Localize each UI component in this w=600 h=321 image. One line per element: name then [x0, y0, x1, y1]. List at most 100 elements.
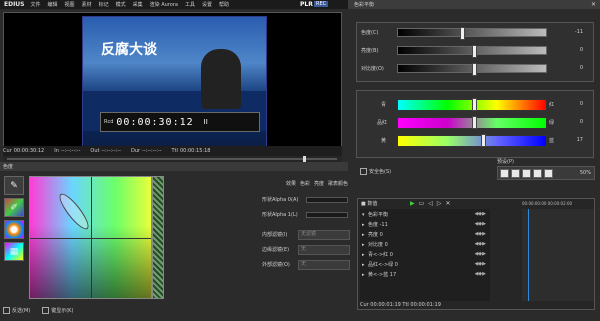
edge-filter-select[interactable]: 无	[298, 245, 350, 255]
yellow-blue-value: 17	[576, 137, 583, 143]
add-key-icon[interactable]: ▭	[419, 200, 425, 208]
inner-filter-select[interactable]: 无滤镜	[298, 230, 350, 240]
chroma-value: -11	[574, 29, 583, 35]
magenta-green-slider[interactable]	[397, 116, 547, 129]
safe-color-label: 安全色(S)	[369, 169, 392, 175]
kf-row[interactable]: ▸ 黄<->蓝 17 ◀◆▶	[362, 271, 488, 279]
tc-label: Rcd	[104, 119, 114, 125]
ttl-label: Ttl	[171, 148, 178, 154]
kf-row-label: 亮度 0	[368, 232, 383, 238]
menu-file[interactable]: 文件	[31, 1, 41, 8]
luma-strip[interactable]	[152, 176, 164, 299]
menu-settings[interactable]: 设置	[202, 1, 212, 8]
kf-row[interactable]: ▸ 对比度 0 ◀◆▶	[362, 241, 488, 249]
safe-color-check[interactable]: 安全色(S)	[360, 168, 460, 178]
checkbox-icon	[3, 306, 10, 314]
yellow-label: 黄	[381, 138, 387, 144]
pencil-color-icon[interactable]: ✐	[4, 198, 24, 217]
slider-knob[interactable]	[472, 98, 477, 111]
slider-knob[interactable]	[472, 116, 477, 129]
tab-color[interactable]: 色彩	[300, 180, 310, 188]
menu-edit[interactable]: 编辑	[48, 1, 58, 8]
timecode-bar: Cur 00:00:30:12 In --:--:--:-- Out --:--…	[3, 146, 342, 156]
kf-head: ■ 数值	[361, 201, 378, 207]
key-display-check[interactable]: 键显示(K)	[42, 306, 74, 314]
inverse-label: 反选(M)	[12, 307, 31, 314]
menu-help[interactable]: 帮助	[219, 1, 229, 8]
panel-header: 色度	[0, 162, 348, 171]
menu-tools[interactable]: 工具	[185, 1, 195, 8]
kf-playhead[interactable]	[528, 209, 529, 301]
chroma-slider[interactable]	[397, 27, 547, 40]
menu-marker[interactable]: 标记	[99, 1, 109, 8]
menu-mode[interactable]: 模式	[116, 1, 126, 8]
in-value: --:--:--:--	[60, 148, 81, 154]
yellow-blue-slider[interactable]	[397, 134, 547, 147]
contrast-label: 对比度(O)	[361, 66, 384, 72]
eyedropper-icon[interactable]: ✎	[4, 176, 24, 195]
brightness-slider[interactable]	[397, 45, 547, 58]
kf-timecodes: Cur 00:00:01:19 Ttl 00:00:01:19	[360, 302, 441, 308]
tab-effect[interactable]: 效果	[286, 180, 296, 188]
param-label: 形状Alpha 0(A)	[262, 197, 299, 203]
chroma-gradient[interactable]	[29, 176, 152, 299]
dur-value: --:--:--:--	[142, 148, 162, 154]
color-swatch-icon[interactable]: ▦	[4, 242, 24, 261]
cyan-label: 青	[381, 102, 387, 108]
slider-knob[interactable]	[460, 27, 466, 40]
delete-icon[interactable]: ✕	[446, 200, 451, 208]
pause-icon: II	[203, 118, 208, 126]
panel-title: 色度	[3, 164, 14, 170]
preset-button[interactable]	[500, 168, 509, 178]
kf-cur: Cur 00:00:01:19	[360, 302, 401, 308]
preset-button[interactable]	[522, 168, 531, 178]
key-display-label: 键显示(K)	[51, 307, 74, 314]
cur-label: Cur	[3, 148, 12, 154]
play-icon[interactable]: ▶	[410, 200, 415, 208]
cur-value: 00:00:30:12	[13, 148, 45, 154]
preset-button[interactable]	[533, 168, 542, 178]
tab-song-color[interactable]: 歌表颜色	[328, 180, 348, 188]
next-icon[interactable]: ▷	[437, 200, 442, 208]
scene-title: 反腐大谈	[101, 42, 157, 58]
kf-timeline[interactable]	[522, 209, 594, 301]
contrast-value: 0	[579, 65, 583, 71]
cyan-red-value: 0	[579, 101, 583, 107]
ttl-value: 00:00:15:18	[179, 148, 211, 154]
green-label: 绿	[549, 120, 555, 126]
grid-v-line	[91, 177, 92, 298]
kf-row[interactable]: ▸ 亮度 0 ◀◆▶	[362, 231, 488, 239]
selection-ellipse[interactable]	[55, 190, 93, 233]
menu-render[interactable]: 渲染 Aurora	[150, 1, 178, 8]
alpha0-slider[interactable]	[306, 197, 348, 203]
menu-view[interactable]: 视图	[65, 1, 75, 8]
kf-row[interactable]: ▸ 色度 -11 ◀◆▶	[362, 221, 488, 229]
kf-row[interactable]: ▸ 品红<->绿 0 ◀◆▶	[362, 261, 488, 269]
preset-button[interactable]	[544, 168, 553, 178]
rec-label[interactable]: REC	[314, 1, 329, 7]
kf-ruler: 00:00:00:00 00:00:02:00	[522, 201, 573, 206]
color-wheel-icon[interactable]: ◎	[4, 220, 24, 239]
contrast-slider[interactable]	[397, 63, 547, 76]
slider-track	[7, 158, 337, 160]
slider-knob[interactable]	[480, 134, 486, 147]
cyan-red-slider[interactable]	[397, 98, 547, 111]
kf-row[interactable]: ▾ 色彩平衡 ◀◆▶	[362, 211, 488, 219]
menu-clip[interactable]: 素材	[82, 1, 92, 8]
prev-icon[interactable]: ◁	[428, 200, 433, 208]
tab-luma[interactable]: 亮度	[314, 180, 324, 188]
plr-label[interactable]: PLR	[300, 1, 313, 8]
alpha1-slider[interactable]	[306, 212, 348, 218]
keyframe-panel: ■ 数值 ▶ ▭ ◁ ▷ ✕ 00:00:00:00 00:00:02:00 ▾…	[357, 198, 595, 310]
kf-row[interactable]: ▸ 青<->红 0 ◀◆▶	[362, 251, 488, 259]
slider-knob[interactable]	[472, 45, 477, 58]
menu-capture[interactable]: 采集	[133, 1, 143, 8]
inverse-check[interactable]: 反选(M)	[3, 306, 31, 314]
slider-knob[interactable]	[472, 63, 477, 76]
preset-button[interactable]	[511, 168, 520, 178]
news-anchor	[201, 49, 241, 109]
kf-row-label: 色彩平衡	[368, 212, 389, 218]
preset-title: 预设(P)	[497, 159, 514, 165]
outer-filter-select[interactable]: 无	[298, 260, 350, 270]
close-icon[interactable]: ✕	[591, 1, 596, 8]
